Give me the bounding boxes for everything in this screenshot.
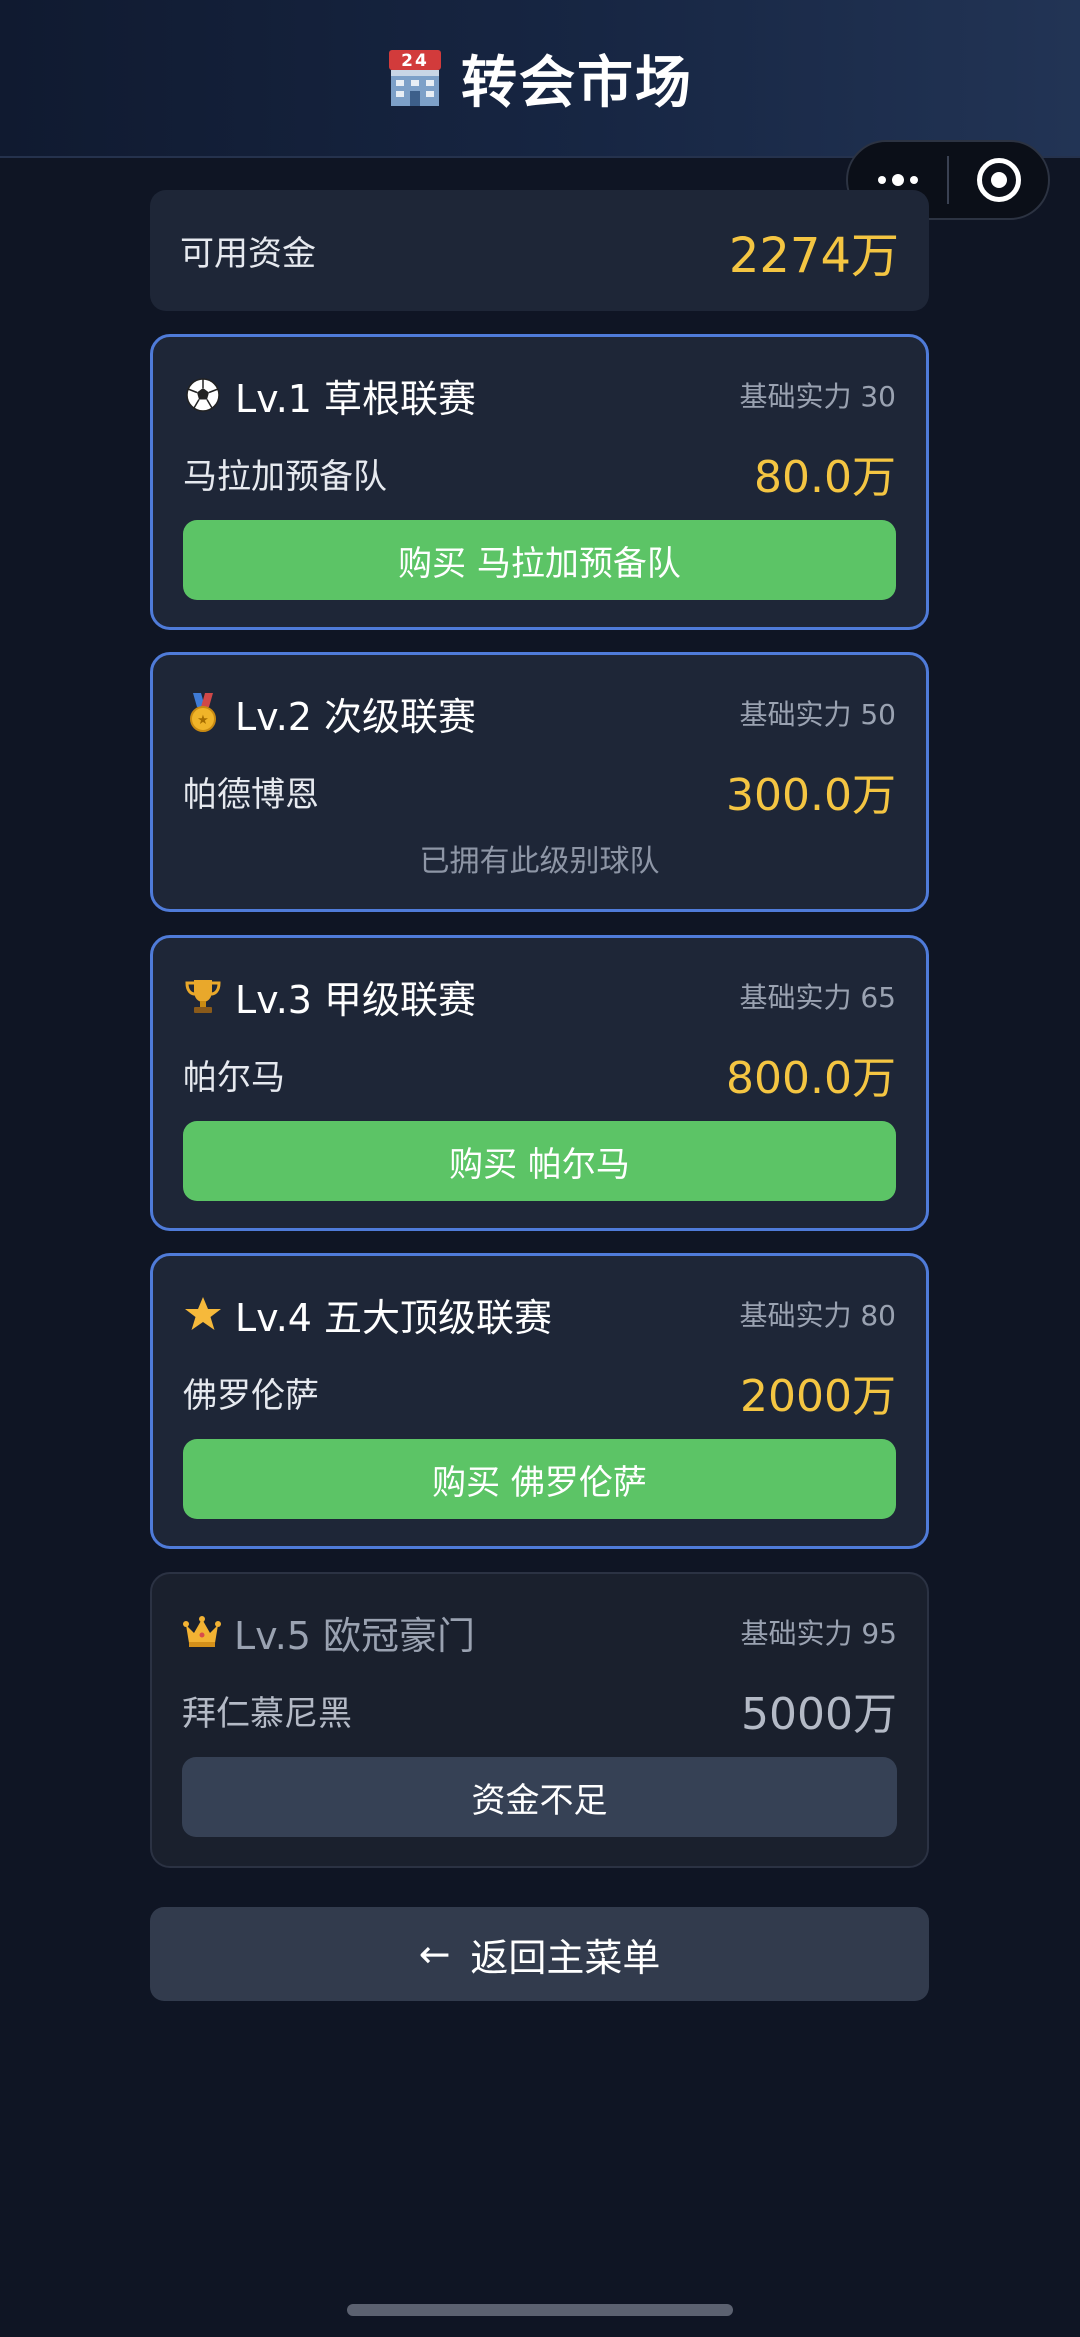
tier-card-5: Lv.5 欧冠豪门 基础实力 95 拜仁慕尼黑 5000万 资金不足 <box>150 1572 929 1868</box>
page-title: 转会市场 <box>461 50 693 116</box>
close-mini-program-icon[interactable] <box>949 142 1048 218</box>
svg-text:★: ★ <box>197 713 209 728</box>
buy-team-button[interactable]: 购买 帕尔马 <box>183 1121 896 1201</box>
page-title-container: 24 转会市场 <box>0 38 1080 118</box>
tier-card-3: Lv.3 甲级联赛 基础实力 65 帕尔马 800.0万 购买 帕尔马 <box>150 935 929 1231</box>
available-funds-panel: 可用资金 2274万 <box>150 190 929 311</box>
back-to-main-menu-button[interactable]: ← 返回主菜单 <box>150 1907 929 2001</box>
tier-name: Lv.1 草根联赛 <box>235 376 477 421</box>
medal-icon: ★ <box>183 693 223 733</box>
base-strength: 基础实力 30 <box>739 380 896 413</box>
base-strength: 基础实力 65 <box>739 981 896 1014</box>
team-name: 拜仁慕尼黑 <box>182 1693 352 1734</box>
trophy-icon <box>183 976 223 1016</box>
tier-card-2: ★ Lv.2 次级联赛 基础实力 50 帕德博恩 300.0万 已拥有此级别球队 <box>150 652 929 912</box>
team-price: 800.0万 <box>726 1053 896 1104</box>
arrow-left-icon: ← <box>418 1932 451 1976</box>
base-strength: 基础实力 80 <box>739 1299 896 1332</box>
team-price: 5000万 <box>741 1689 897 1740</box>
tier-card-4: Lv.4 五大顶级联赛 基础实力 80 佛罗伦萨 2000万 购买 佛罗伦萨 <box>150 1253 929 1549</box>
back-button-label: 返回主菜单 <box>470 1935 661 1980</box>
crown-icon <box>182 1612 222 1652</box>
svg-text:24: 24 <box>401 51 429 71</box>
header: 24 转会市场 <box>0 0 1080 158</box>
tier-card-1: Lv.1 草根联赛 基础实力 30 马拉加预备队 80.0万 购买 马拉加预备队 <box>150 334 929 630</box>
team-price: 300.0万 <box>726 770 896 821</box>
buy-team-button[interactable]: 购买 佛罗伦萨 <box>183 1439 896 1519</box>
funds-label: 可用资金 <box>180 234 316 274</box>
soccer-ball-icon <box>183 375 223 415</box>
team-name: 帕尔马 <box>183 1057 285 1098</box>
insufficient-funds-button[interactable]: 资金不足 <box>182 1757 897 1837</box>
tier-name: Lv.2 次级联赛 <box>235 694 477 739</box>
star-icon <box>183 1294 223 1334</box>
hotel-24-icon: 24 <box>387 48 443 108</box>
team-name: 马拉加预备队 <box>183 456 387 497</box>
buy-team-button[interactable]: 购买 马拉加预备队 <box>183 520 896 600</box>
team-price: 80.0万 <box>754 452 896 503</box>
owned-status-text: 已拥有此级别球队 <box>419 844 660 879</box>
funds-value: 2274万 <box>728 227 899 284</box>
team-name: 佛罗伦萨 <box>183 1375 319 1416</box>
tier-name: Lv.3 甲级联赛 <box>235 977 477 1022</box>
team-price: 2000万 <box>740 1371 896 1422</box>
tier-name: Lv.5 欧冠豪门 <box>234 1613 476 1658</box>
tier-name: Lv.4 五大顶级联赛 <box>235 1295 553 1340</box>
base-strength: 基础实力 50 <box>739 698 896 731</box>
base-strength: 基础实力 95 <box>740 1617 897 1650</box>
home-indicator <box>347 2304 733 2316</box>
team-name: 帕德博恩 <box>183 774 319 815</box>
transfer-market-page: 24 转会市场 可用资金 2274万 Lv.1 草根联赛 基础实力 30 马拉加… <box>0 0 1080 2337</box>
